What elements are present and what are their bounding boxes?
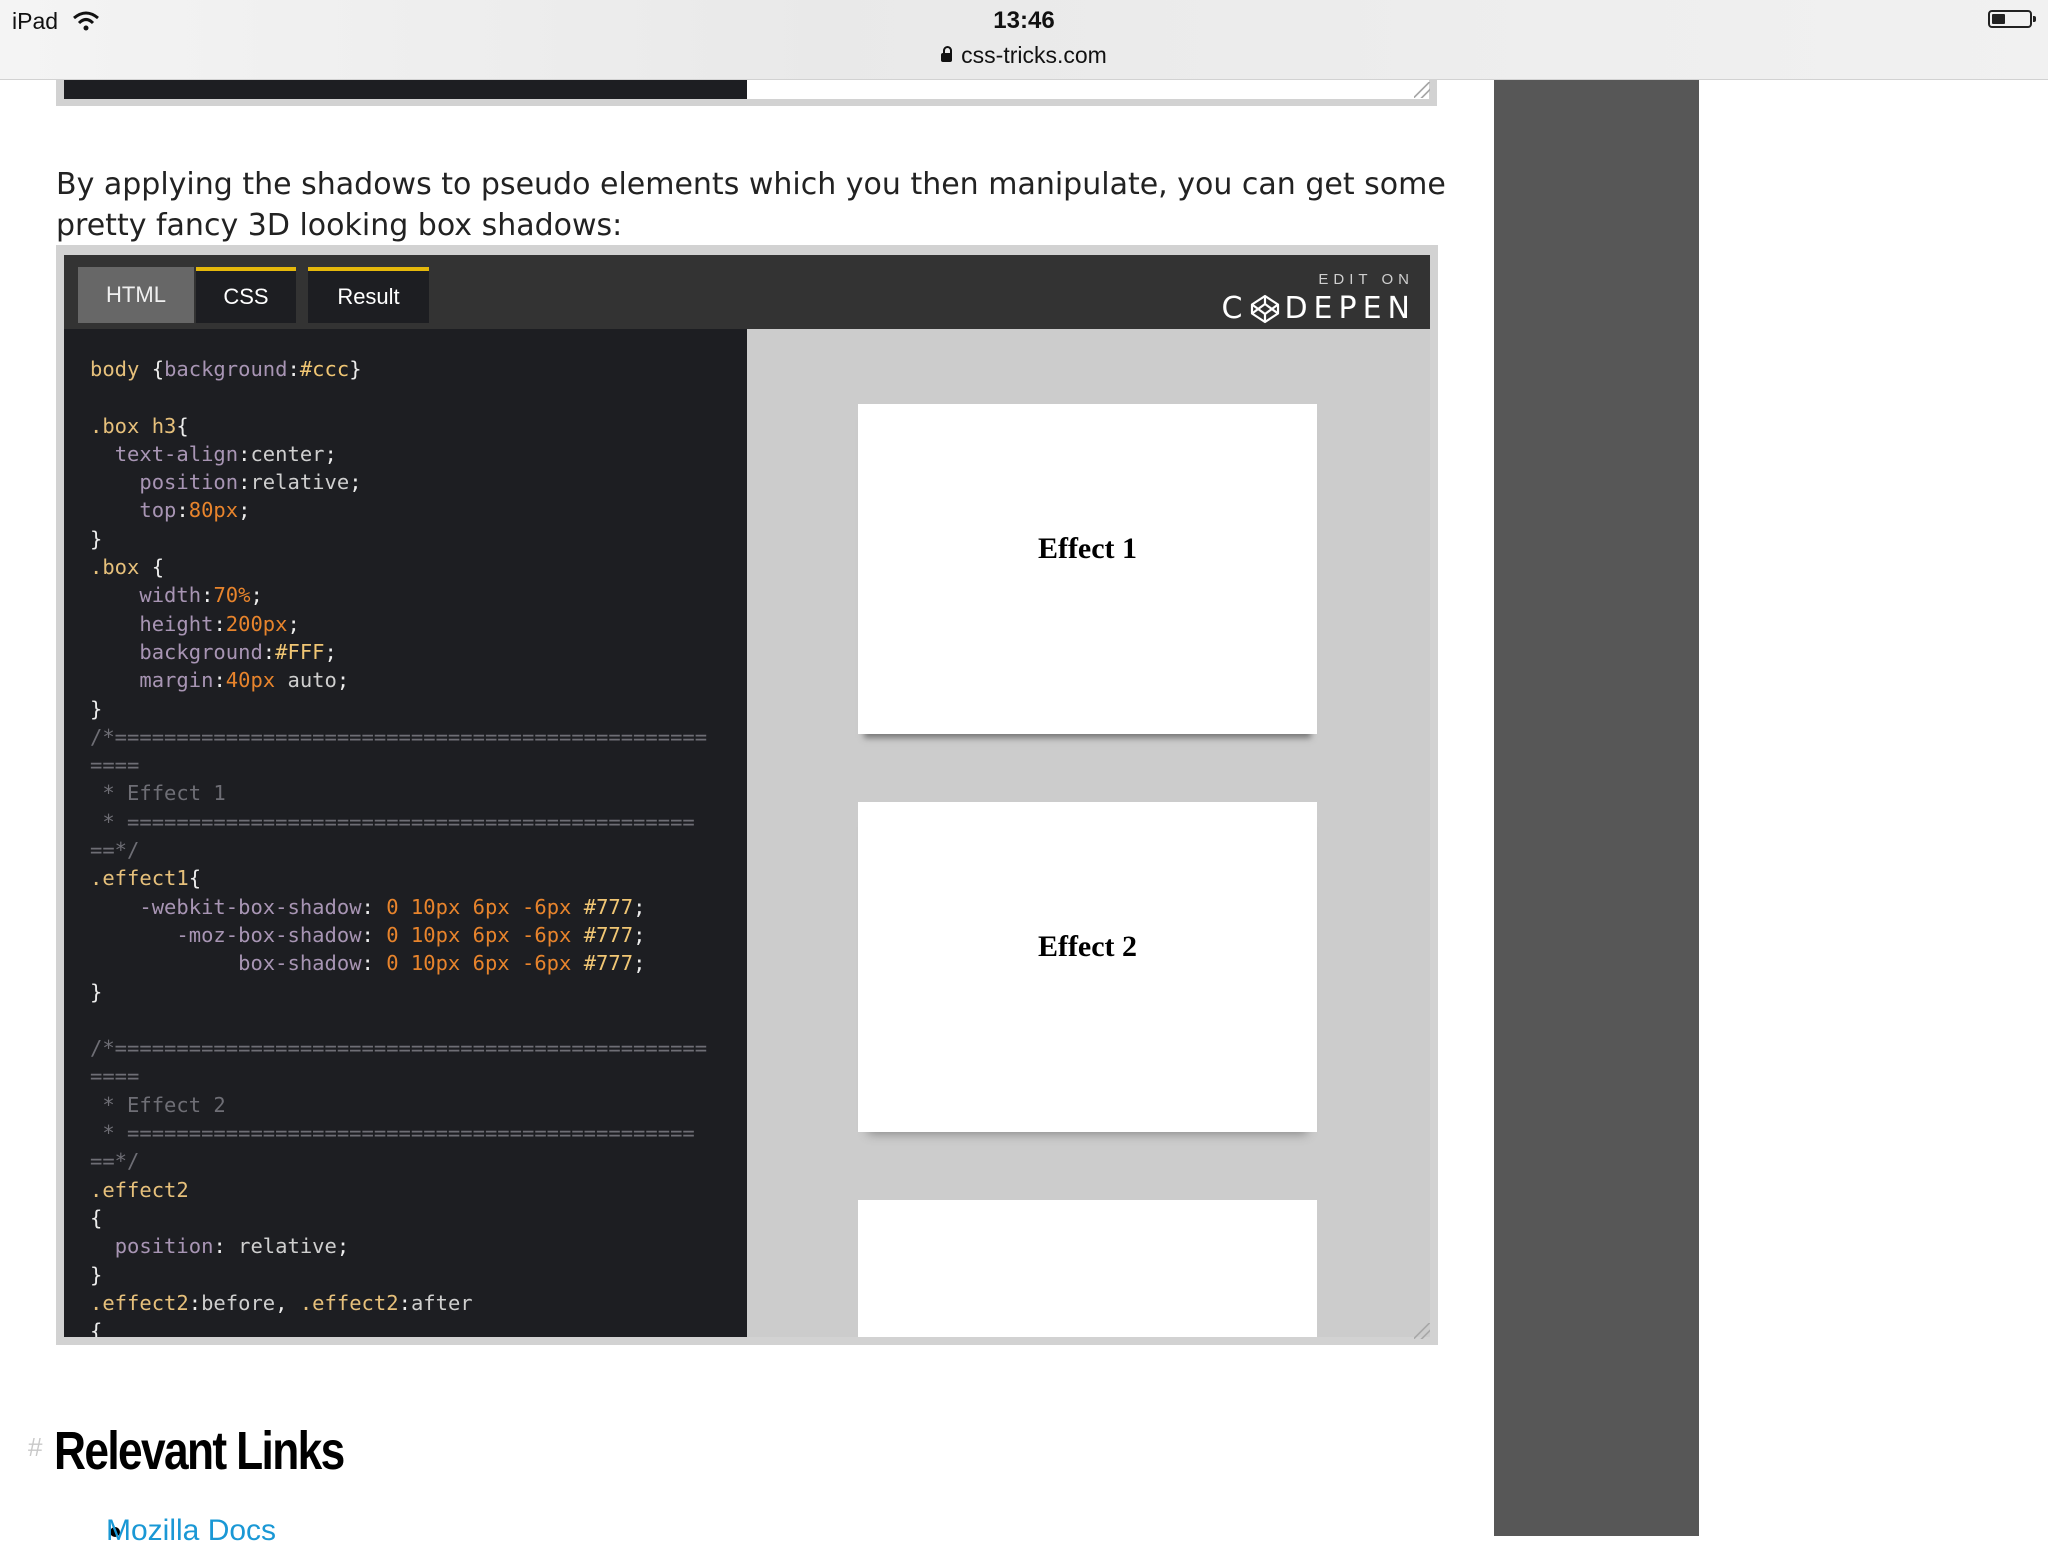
lock-icon — [941, 46, 953, 62]
battery-icon — [1988, 10, 2036, 28]
article-paragraph: By applying the shadows to pseudo elemen… — [56, 167, 1446, 243]
effect-3-box — [858, 1200, 1317, 1337]
effect-1-heading: Effect 1 — [1037, 532, 1138, 565]
resize-handle[interactable] — [1414, 82, 1430, 98]
codepen-logo-prefix: C — [1221, 291, 1249, 326]
embed-header: HTML CSS Result EDIT ON C DEPEN — [64, 255, 1430, 329]
edit-on-label[interactable]: EDIT ON — [1318, 271, 1414, 288]
resize-handle[interactable] — [1414, 1323, 1430, 1339]
sidebar — [1494, 79, 1699, 1536]
result-preview[interactable]: Effect 1 Effect 2 — [747, 329, 1430, 1337]
link-mozilla-docs[interactable]: Mozilla Docs — [106, 1514, 276, 1548]
tab-css[interactable]: CSS — [196, 267, 296, 323]
browser-status-bar: iPad 13:46 css-tricks.com — [0, 0, 2048, 80]
address-bar[interactable]: css-tricks.com — [0, 42, 2048, 69]
codepen-embed: HTML CSS Result EDIT ON C DEPEN body {ba… — [56, 245, 1438, 1345]
effect-2-heading: Effect 2 — [1037, 930, 1138, 963]
tab-result[interactable]: Result — [308, 267, 429, 323]
code-editor[interactable]: body {background:#ccc} .box h3{ text-ali… — [64, 329, 747, 1337]
effect-1-box: Effect 1 — [858, 404, 1317, 734]
heading-anchor-link[interactable]: # — [28, 1432, 42, 1463]
tab-html[interactable]: HTML — [78, 267, 194, 323]
clock: 13:46 — [993, 7, 1055, 34]
section-heading: Relevant Links — [54, 1421, 345, 1481]
effect-2-box: Effect 2 — [858, 802, 1317, 1132]
url-text: css-tricks.com — [961, 42, 1107, 68]
codepen-logo-text: DEPEN — [1284, 291, 1416, 326]
codepen-logo-link[interactable]: C DEPEN — [1222, 291, 1417, 326]
codepen-icon — [1251, 294, 1280, 323]
css-code: body {background:#ccc} .box h3{ text-ali… — [90, 357, 708, 1337]
